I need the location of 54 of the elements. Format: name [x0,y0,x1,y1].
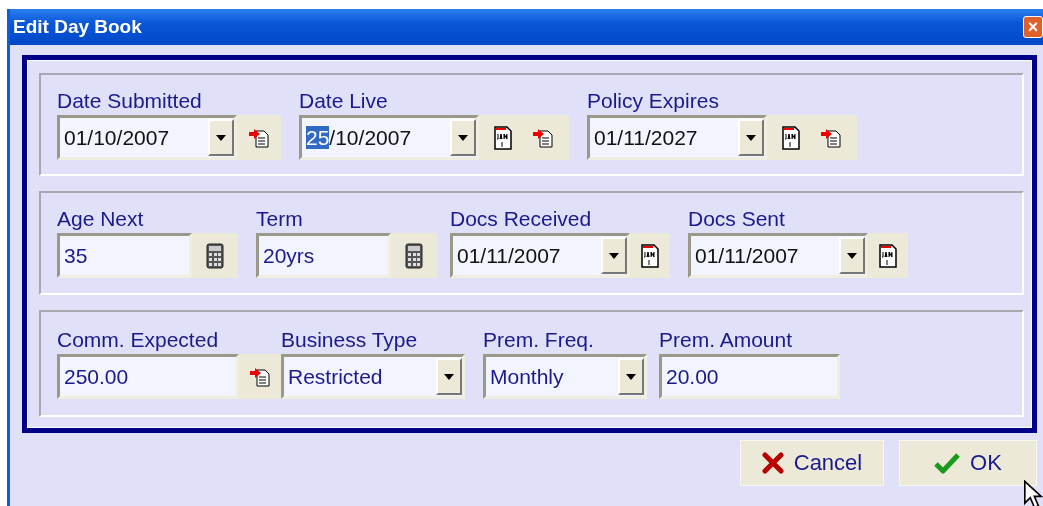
dropdown-field[interactable]: 01/10/2007 [57,115,237,160]
ok-button[interactable]: OK [899,440,1037,486]
input-field[interactable]: 250.00 [57,354,239,399]
calculator-button[interactable] [405,242,423,269]
field-label: Prem. Freq. [483,328,595,353]
calendar-icon [493,124,513,151]
dropdown-arrow-button[interactable] [436,358,462,395]
calendar-icon [781,124,801,151]
cancel-button[interactable]: Cancel [740,440,884,486]
caret-icon [444,373,454,380]
field-label: Docs Received [450,207,593,232]
field-label: Term [256,207,304,232]
field-label: Docs Sent [688,207,786,232]
field-label: Comm. Expected [57,328,220,353]
window-title: Edit Day Book [13,16,142,38]
caret-icon [626,373,636,380]
dropdown-arrow-button[interactable] [839,237,865,274]
close-button[interactable]: × [1023,16,1043,38]
check-icon [934,452,961,474]
calculator-icon [405,242,423,269]
dropdown-arrow-button[interactable] [618,358,644,395]
field-label: Business Type [281,328,419,353]
field-label: Policy Expires [587,89,720,114]
dropdown-arrow-button[interactable] [738,119,764,156]
field-label: Date Live [299,89,389,114]
input-field[interactable]: 20.00 [659,354,840,399]
dropdown-field[interactable]: 01/11/2007 [450,233,630,278]
field-label: Prem. Amount [659,328,794,353]
calendar-icon [640,242,660,269]
calculator-icon [206,242,224,269]
input-field[interactable]: 20yrs [256,233,391,278]
cursor-icon [1023,480,1043,506]
caret-icon [746,134,756,141]
calendar-button[interactable] [493,124,513,151]
calendar-button[interactable] [781,124,801,151]
caret-icon [609,252,619,259]
calendar-icon [878,242,898,269]
dropdown-arrow-button[interactable] [208,119,234,156]
dropdown-field[interactable]: Monthly [483,354,647,399]
calendar-button[interactable] [640,242,660,269]
caret-icon [458,134,468,141]
dropdown-field[interactable]: 01/11/2007 [688,233,868,278]
dropdown-field[interactable]: Restricted [281,354,465,399]
dropdown-arrow-button[interactable] [601,237,627,274]
field-label: Date Submitted [57,89,203,114]
calculator-button[interactable] [206,242,224,269]
dropdown-field[interactable]: 01/11/2027 [587,115,767,160]
dropdown-arrow-button[interactable] [450,119,476,156]
input-field[interactable]: 35 [57,233,192,278]
calendar-button[interactable] [878,242,898,269]
caret-icon [847,252,857,259]
field-label: Age Next [57,207,145,232]
cross-icon [761,452,784,474]
caret-icon [216,134,226,141]
